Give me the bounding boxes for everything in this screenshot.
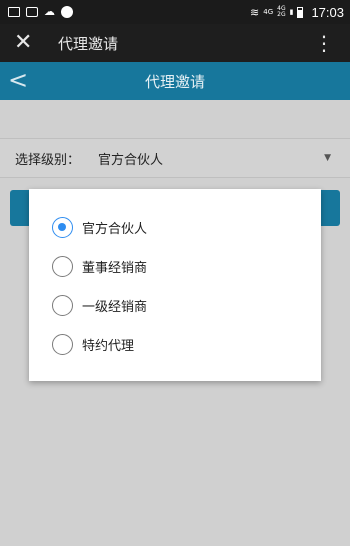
radio-unchecked-icon[interactable]	[52, 295, 73, 316]
radio-checked-icon[interactable]	[52, 217, 73, 238]
option-official-partner[interactable]: 官方合伙人	[29, 208, 321, 247]
radio-unchecked-icon[interactable]	[52, 334, 73, 355]
radio-unchecked-icon[interactable]	[52, 256, 73, 277]
option-label: 一级经销商	[82, 300, 148, 315]
level-picker-dialog: 官方合伙人 董事经销商 一级经销商 特约代理	[29, 189, 321, 381]
option-special-agent[interactable]: 特约代理	[29, 325, 321, 364]
option-label: 特约代理	[82, 339, 135, 354]
option-label: 官方合伙人	[82, 222, 148, 237]
option-label: 董事经销商	[82, 261, 148, 276]
option-first-level-distributor[interactable]: 一级经销商	[29, 286, 321, 325]
option-director-distributor[interactable]: 董事经销商	[29, 247, 321, 286]
